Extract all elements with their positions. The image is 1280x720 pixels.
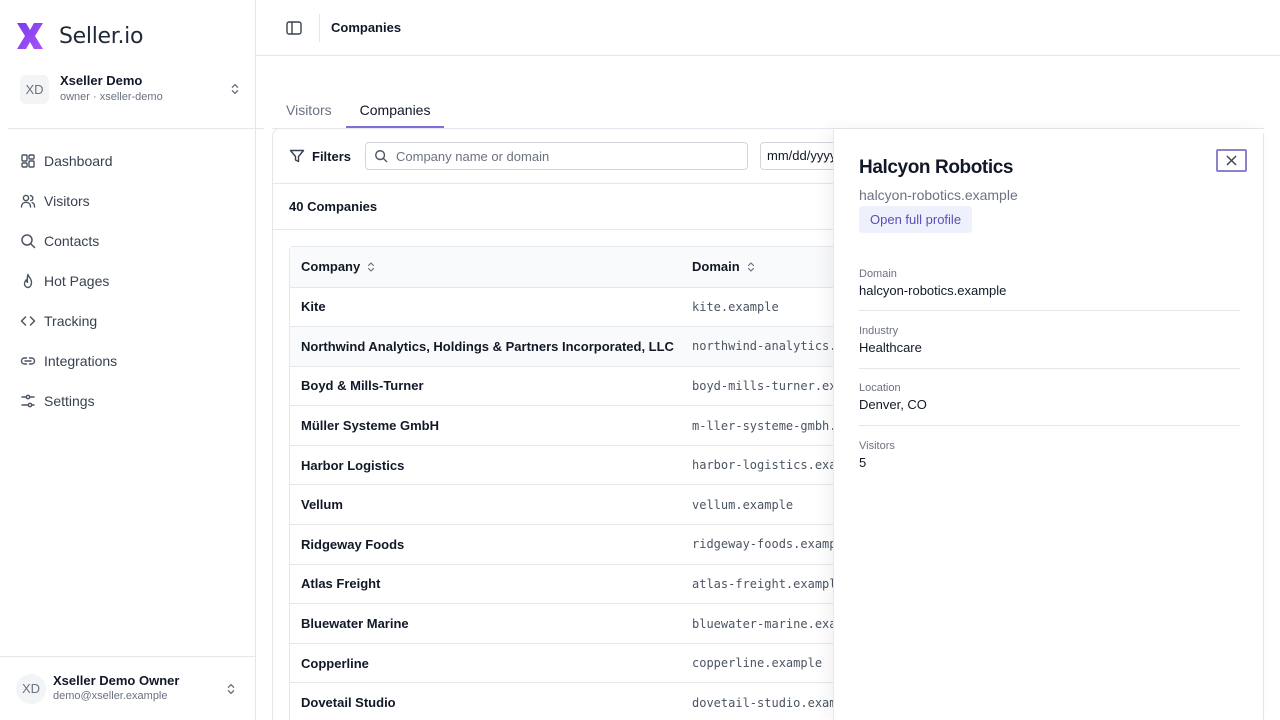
sidebar-item-label: Hot Pages — [44, 273, 110, 289]
filters-label: Filters — [312, 148, 352, 164]
company-cell: Copperline — [290, 643, 692, 684]
field-divider — [859, 425, 1240, 426]
sidebar-item-hot-pages[interactable]: Hot Pages — [8, 261, 248, 301]
tabs: Visitors Companies — [272, 96, 1264, 129]
field-divider — [859, 368, 1240, 369]
column-header-label: Company — [301, 259, 361, 275]
users-icon — [20, 194, 36, 208]
company-cell: Dovetail Studio — [290, 682, 692, 720]
company-cell: Bluewater Marine — [290, 603, 692, 644]
open-full-profile-button[interactable]: Open full profile — [859, 206, 973, 233]
flame-icon — [23, 273, 33, 289]
field-label: Location — [859, 382, 901, 394]
sidebar-item-contacts[interactable]: Contacts — [8, 221, 248, 261]
field-label: Domain — [859, 268, 897, 280]
field-value: Denver, CO — [859, 397, 927, 412]
detail-domain: halcyon-robotics.example — [859, 187, 1018, 203]
sidebar-item-label: Visitors — [44, 193, 90, 209]
detail-title: Halcyon Robotics — [859, 157, 1014, 178]
close-icon — [1226, 155, 1237, 166]
filters-button[interactable]: Filters — [289, 148, 351, 164]
company-cell: Northwind Analytics, Holdings & Partners… — [290, 326, 692, 367]
user-email: demo@xseller.example — [53, 690, 168, 702]
sort-icon — [368, 262, 375, 272]
sidebar-item-dashboard[interactable]: Dashboard — [8, 141, 248, 181]
column-header-company[interactable]: Company — [290, 247, 692, 288]
close-panel-button[interactable] — [1216, 149, 1247, 172]
field-label: Industry — [859, 325, 899, 337]
sidebar: Seller.io XD Xseller Demo owner · xselle… — [0, 0, 264, 720]
company-detail-panel: Halcyon Robotics halcyon-robotics.exampl… — [833, 129, 1263, 720]
user-menu[interactable]: XD Xseller Demo Owner demo@xseller.examp… — [0, 656, 256, 720]
companies-count: 40 Companies — [289, 199, 378, 214]
field-value: 5 — [859, 455, 867, 470]
company-cell: Atlas Freight — [290, 564, 692, 605]
user-name: Xseller Demo Owner — [53, 673, 180, 688]
top-header: Companies — [256, 0, 1280, 56]
sidebar-item-integrations[interactable]: Integrations — [8, 341, 248, 381]
sidebar-item-label: Settings — [44, 393, 95, 409]
field-value: Healthcare — [859, 340, 922, 355]
detail-field-location: Location Denver, CO — [859, 381, 1240, 414]
sidebar-divider — [8, 128, 264, 129]
search-icon — [21, 234, 36, 249]
workspace-switcher[interactable]: XD Xseller Demo owner · xseller-demo — [20, 72, 242, 106]
avatar: XD — [16, 673, 46, 704]
sort-icon — [747, 262, 754, 272]
sidebar-toggle-icon[interactable] — [285, 19, 303, 37]
company-cell: Vellum — [290, 484, 692, 526]
page-title: Companies — [331, 20, 402, 35]
sidebar-item-label: Integrations — [44, 353, 118, 369]
sidebar-item-settings[interactable]: Settings — [8, 381, 248, 421]
dashboard-icon — [21, 154, 35, 168]
link-icon — [20, 357, 36, 365]
code-icon — [20, 316, 36, 326]
column-header-label: Domain — [692, 259, 740, 275]
sidebar-item-label: Tracking — [44, 313, 98, 329]
chevrons-up-down-icon — [227, 683, 235, 694]
header-divider — [319, 13, 320, 42]
company-cell: Müller Systeme GmbH — [290, 405, 692, 446]
brand-logo[interactable]: Seller.io — [14, 20, 143, 52]
sidebar-item-label: Contacts — [44, 233, 100, 249]
sidebar-item-tracking[interactable]: Tracking — [8, 301, 248, 341]
search-icon — [375, 150, 388, 163]
field-divider — [859, 310, 1240, 311]
workspace-avatar: XD — [20, 74, 49, 104]
workspace-subtitle: owner · xseller-demo — [60, 91, 163, 103]
sidebar-item-label: Dashboard — [44, 153, 113, 169]
detail-field-domain: Domain halcyon-robotics.example — [859, 267, 1240, 300]
tab-visitors[interactable]: Visitors — [272, 96, 346, 128]
company-cell: Kite — [290, 287, 692, 328]
detail-field-visitors: Visitors 5 — [859, 439, 1240, 472]
field-value: halcyon-robotics.example — [859, 283, 1007, 298]
brand-name: Seller.io — [59, 23, 144, 49]
filter-icon — [289, 149, 305, 163]
detail-field-industry: Industry Healthcare — [859, 324, 1240, 357]
search-box — [365, 142, 748, 170]
sliders-icon — [21, 394, 35, 408]
tab-companies[interactable]: Companies — [345, 96, 445, 128]
company-cell: Harbor Logistics — [290, 445, 692, 486]
sidebar-item-visitors[interactable]: Visitors — [8, 181, 248, 221]
chevrons-up-down-icon — [231, 83, 239, 95]
x-logo-icon — [17, 23, 43, 49]
workspace-name: Xseller Demo — [60, 73, 143, 88]
company-cell: Boyd & Mills-Turner — [290, 366, 692, 407]
field-label: Visitors — [859, 440, 895, 452]
search-input[interactable] — [396, 148, 726, 164]
company-cell: Ridgeway Foods — [290, 524, 692, 565]
sidebar-nav: Dashboard Visitors Contacts Hot Pages Tr… — [8, 141, 248, 421]
